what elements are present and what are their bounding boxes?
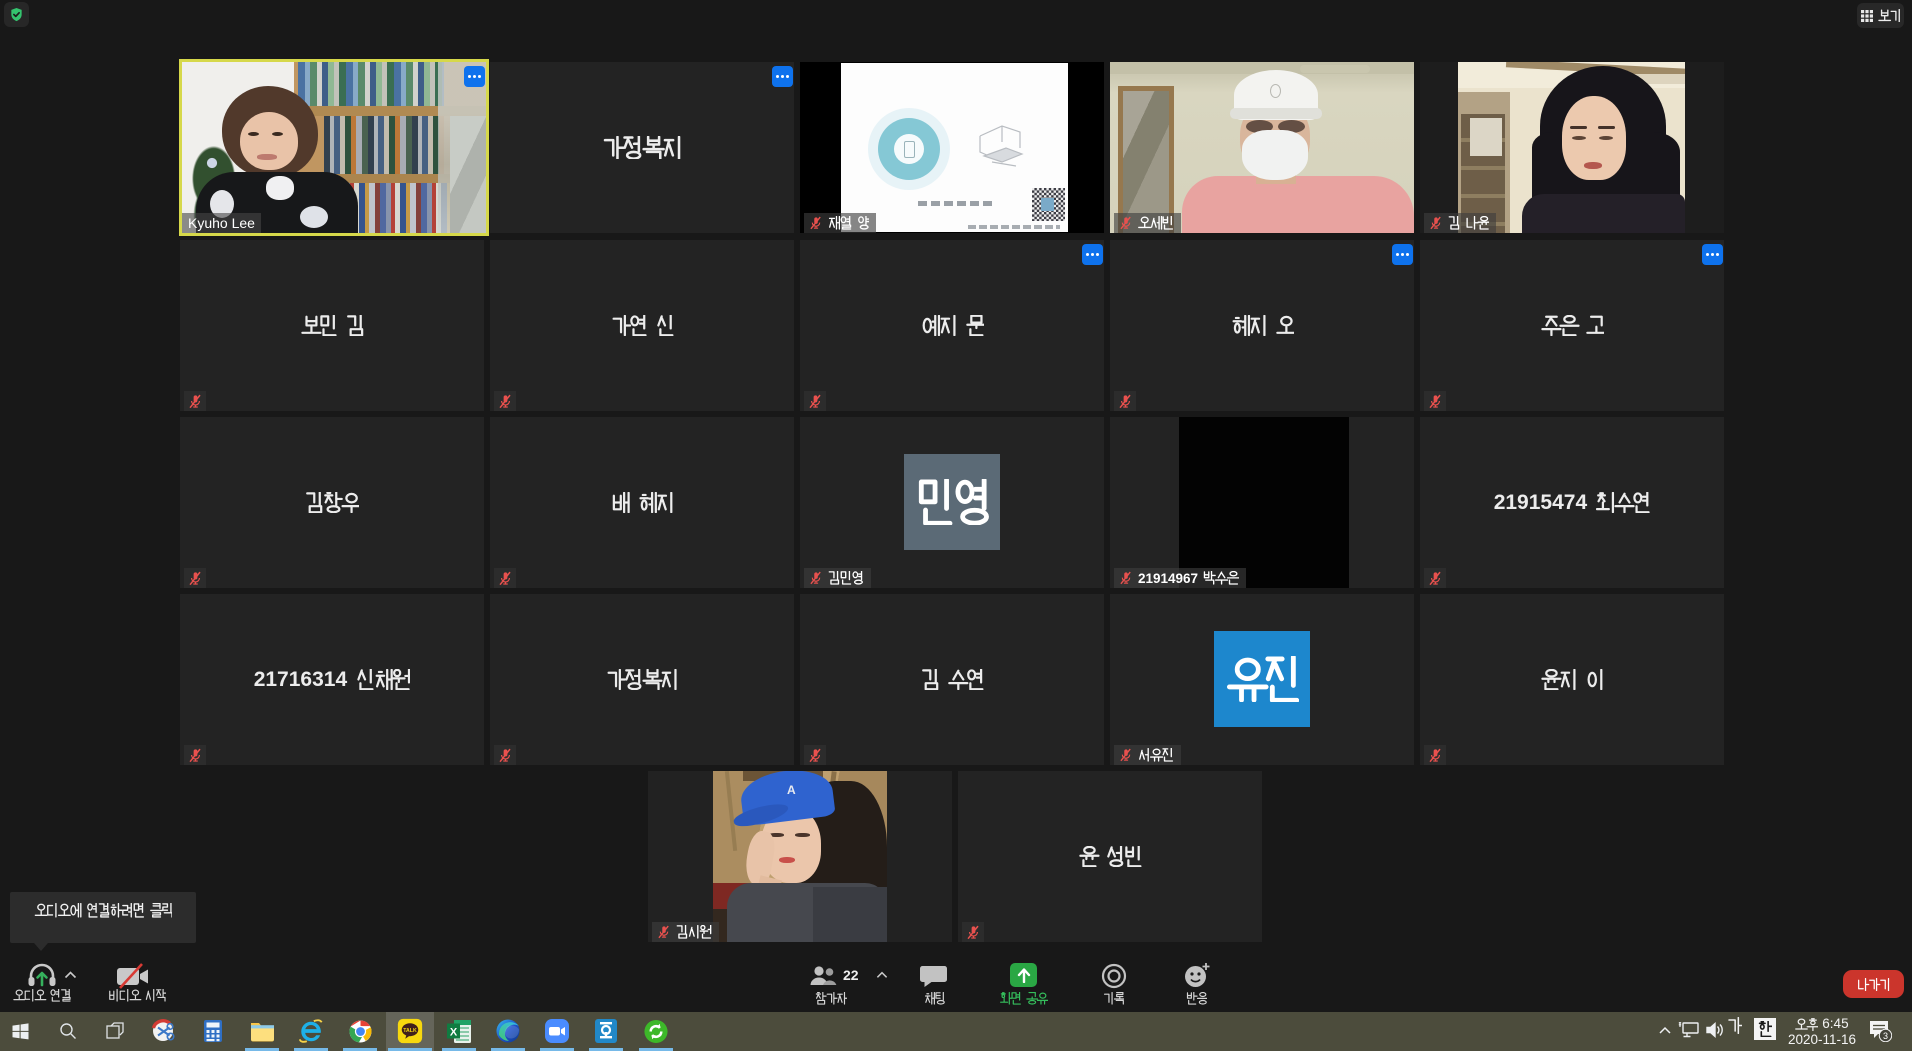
svg-text:X: X [450, 1026, 458, 1038]
svg-text:TALK: TALK [403, 1028, 417, 1034]
svg-text:3: 3 [1883, 1031, 1888, 1041]
